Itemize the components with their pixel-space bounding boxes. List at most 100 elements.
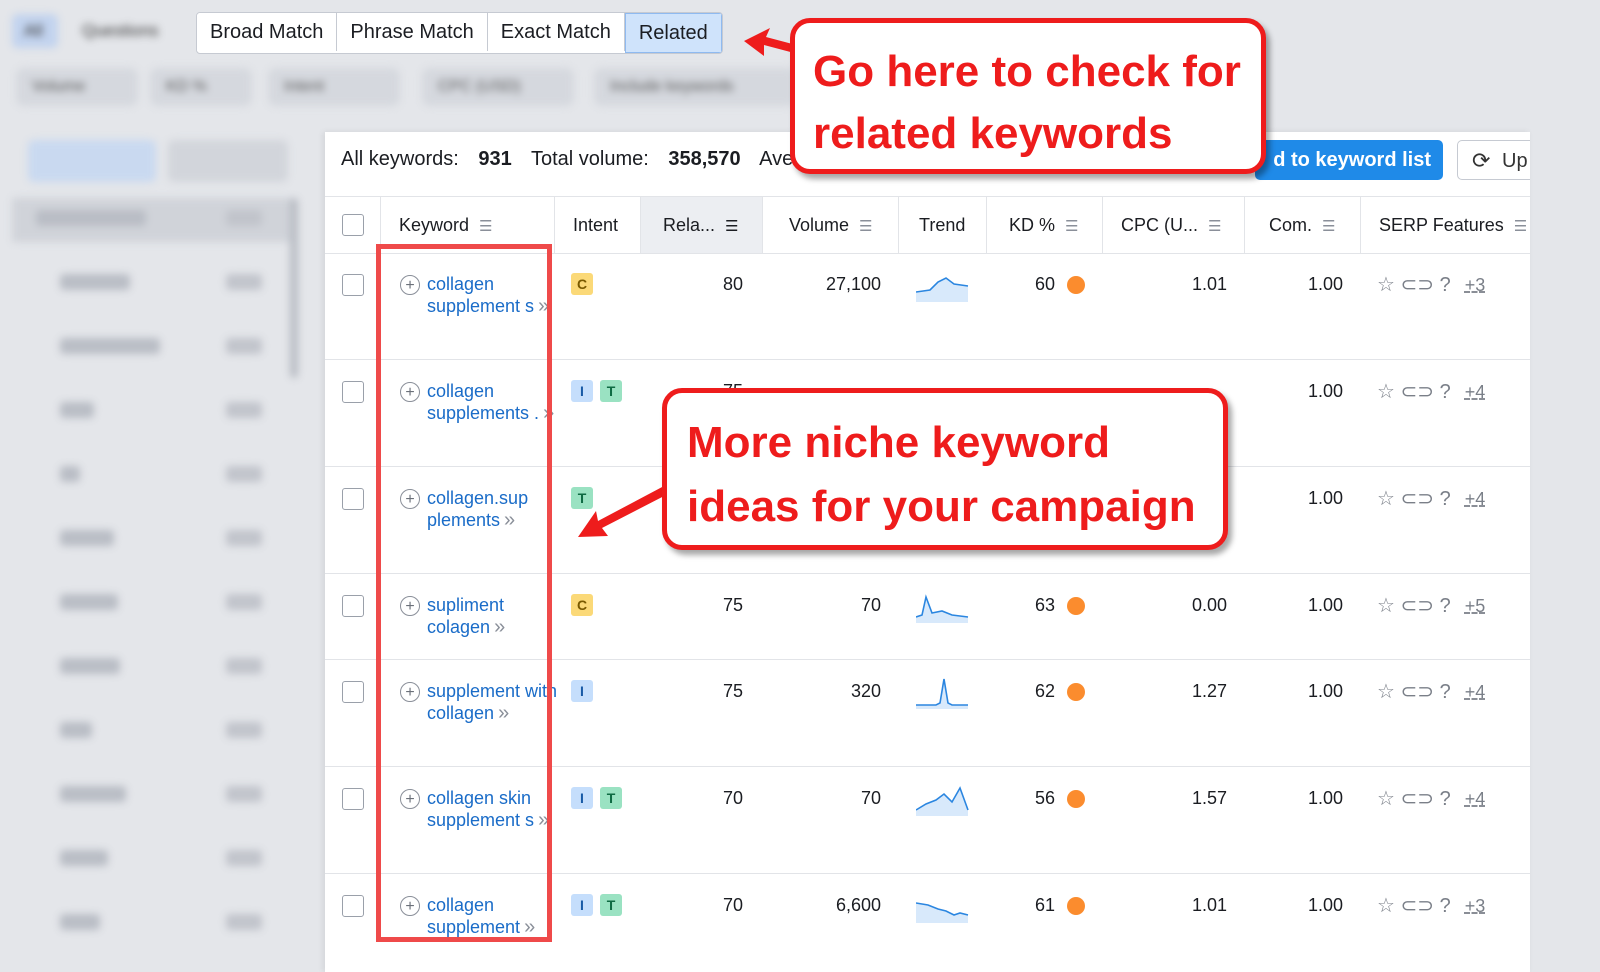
question-icon: ?: [1439, 681, 1451, 703]
tab-all[interactable]: All: [12, 14, 58, 48]
kd-value: 61: [1034, 895, 1055, 915]
trend-sparkline: [916, 594, 969, 623]
sidebar-item[interactable]: [12, 518, 292, 562]
select-all-cell: [325, 197, 381, 253]
intent-badge: T: [600, 787, 622, 809]
com-value: 1.00: [1307, 488, 1343, 508]
col-intent[interactable]: Intent: [555, 197, 641, 253]
tab-questions[interactable]: Questions: [70, 14, 171, 48]
col-cpc[interactable]: CPC (U... ☰: [1103, 197, 1245, 253]
keyword-column-highlight: [376, 244, 552, 942]
tab-phrase-match[interactable]: Phrase Match: [337, 13, 488, 51]
com-value: 1.00: [1307, 595, 1343, 615]
sort-icon[interactable]: ☰: [859, 199, 872, 255]
serp-features: ☆ ⊂⊃ ? +4: [1377, 786, 1485, 811]
col-related[interactable]: Rela... ☰: [641, 197, 763, 253]
serp-more-link[interactable]: +4: [1465, 682, 1486, 702]
filter-cpc[interactable]: CPC (USD): [422, 68, 574, 106]
related-value: 75: [722, 681, 743, 701]
col-cpc-label: CPC (U...: [1121, 215, 1199, 235]
all-keywords-value: 931: [478, 148, 512, 170]
sidebar-item[interactable]: [12, 838, 292, 882]
col-trend-label: Trend: [919, 215, 966, 235]
kd-difficulty-dot: [1067, 897, 1085, 915]
filter-intent[interactable]: Intent: [268, 68, 400, 106]
add-to-keyword-list-button[interactable]: d to keyword list: [1255, 140, 1443, 180]
sidebar-item[interactable]: [12, 710, 292, 754]
star-icon: ☆: [1377, 595, 1395, 617]
total-volume-label: Total volume:: [530, 148, 649, 170]
tab-related[interactable]: Related: [624, 13, 722, 53]
serp-more-link[interactable]: +4: [1465, 789, 1486, 809]
callout-related-keywords: Go here to check for related keywords: [790, 18, 1266, 174]
sort-desc-icon[interactable]: ☰: [725, 199, 738, 255]
toggle-by-volume[interactable]: [168, 140, 288, 182]
toggle-by-number[interactable]: [28, 140, 156, 182]
star-icon: ☆: [1377, 381, 1395, 403]
sort-icon[interactable]: ☰: [1322, 199, 1335, 255]
row-checkbox[interactable]: [342, 895, 364, 917]
star-icon: ☆: [1377, 895, 1395, 917]
tab-broad-match[interactable]: Broad Match: [197, 13, 338, 51]
sidebar-item[interactable]: [12, 326, 292, 370]
kd-difficulty-dot: [1067, 276, 1085, 294]
col-serp-features[interactable]: SERP Features ☰: [1361, 197, 1530, 253]
volume-value: 70: [860, 595, 881, 615]
filter-include-keywords[interactable]: Include keywords: [594, 68, 796, 106]
related-value: 80: [722, 274, 743, 294]
col-volume[interactable]: Volume ☰: [763, 197, 899, 253]
sidebar-item[interactable]: [12, 646, 292, 690]
sidebar-item-all-keywords[interactable]: [12, 198, 292, 242]
volume-value: 70: [860, 788, 881, 808]
sort-icon[interactable]: ☰: [1065, 199, 1078, 255]
serp-more-link[interactable]: +4: [1465, 489, 1486, 509]
sidebar-item[interactable]: [12, 454, 292, 498]
intent-badge: I: [571, 894, 593, 916]
callout-niche-line1: More niche keyword: [687, 418, 1111, 467]
serp-more-link[interactable]: +3: [1465, 896, 1486, 916]
match-type-tabs: Broad Match Phrase Match Exact Match Rel…: [196, 12, 723, 54]
intent-badge: I: [571, 787, 593, 809]
row-checkbox[interactable]: [342, 788, 364, 810]
update-button[interactable]: ⟳ Up: [1457, 140, 1530, 180]
serp-more-link[interactable]: +4: [1465, 382, 1486, 402]
row-checkbox[interactable]: [342, 488, 364, 510]
intent-badge: T: [600, 894, 622, 916]
cpc-value: 1.01: [1191, 895, 1227, 915]
filter-volume[interactable]: Volume: [16, 68, 138, 106]
question-icon: ?: [1439, 488, 1451, 510]
serp-more-link[interactable]: +3: [1465, 275, 1486, 295]
sort-icon[interactable]: ☰: [1514, 199, 1527, 255]
col-keyword-label: Keyword: [399, 215, 470, 235]
link-icon: ⊂⊃: [1400, 895, 1435, 917]
col-kd-label: KD %: [1009, 215, 1056, 235]
question-icon: ?: [1439, 595, 1451, 617]
row-checkbox[interactable]: [342, 595, 364, 617]
filter-kd[interactable]: KD %: [150, 68, 252, 106]
link-icon: ⊂⊃: [1400, 595, 1435, 617]
serp-more-link[interactable]: +5: [1465, 596, 1486, 616]
sidebar-item[interactable]: [12, 390, 292, 434]
all-keywords-label: All keywords:: [341, 148, 459, 170]
com-value: 1.00: [1307, 895, 1343, 915]
keyword-stats: All keywords: 931 Total volume: 358,570 …: [341, 148, 807, 171]
col-trend[interactable]: Trend: [899, 197, 987, 253]
col-kd[interactable]: KD % ☰: [987, 197, 1103, 253]
row-checkbox[interactable]: [342, 681, 364, 703]
related-value: 75: [722, 595, 743, 615]
sidebar-item[interactable]: [12, 774, 292, 818]
sidebar-item[interactable]: [12, 582, 292, 626]
kd-difficulty-dot: [1067, 790, 1085, 808]
select-all-checkbox[interactable]: [342, 214, 364, 236]
refresh-icon: ⟳: [1472, 148, 1491, 173]
row-checkbox[interactable]: [342, 381, 364, 403]
sidebar-item[interactable]: [12, 902, 292, 946]
row-checkbox[interactable]: [342, 274, 364, 296]
sidebar-scrollbar[interactable]: [290, 198, 298, 378]
question-icon: ?: [1439, 788, 1451, 810]
tab-exact-match[interactable]: Exact Match: [487, 13, 625, 51]
sort-icon[interactable]: ☰: [1208, 199, 1221, 255]
col-com[interactable]: Com. ☰: [1245, 197, 1361, 253]
sidebar-item[interactable]: [12, 262, 292, 306]
intent-badge: T: [571, 487, 593, 509]
